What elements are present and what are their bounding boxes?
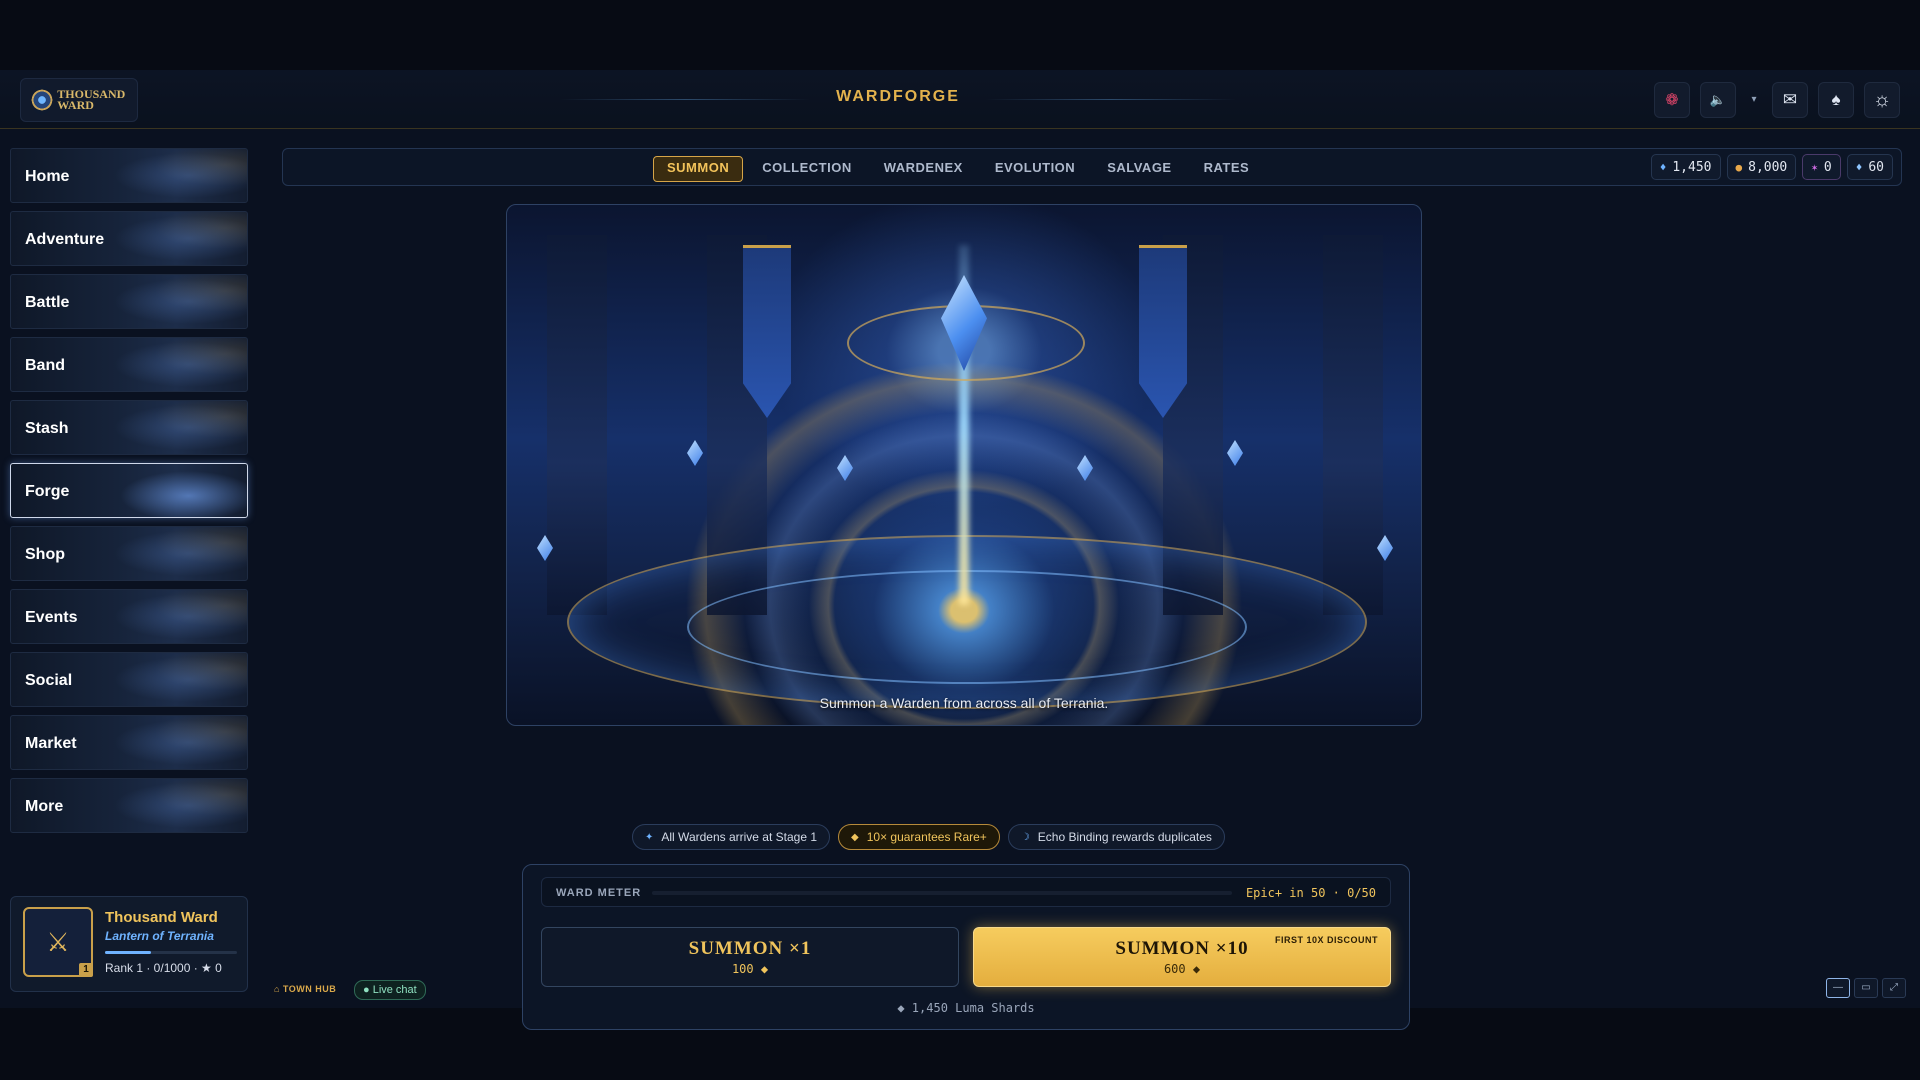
live-chat-button[interactable]: ● Live chat: [354, 980, 426, 1000]
sidebar-item-band[interactable]: Band: [10, 337, 248, 392]
chevron-down-icon[interactable]: ▾: [1746, 82, 1762, 116]
sidebar-nav: Home Adventure Battle Band Stash Forge S…: [10, 148, 250, 841]
bell-icon[interactable]: ♠: [1818, 82, 1854, 118]
sidebar-item-label: Forge: [25, 483, 70, 500]
sidebar-item-label: Social: [25, 672, 73, 689]
star-shard-icon: ✶: [1811, 160, 1818, 174]
diamond-icon: ◆: [851, 831, 859, 843]
sidebar-item-label: Home: [25, 168, 70, 185]
summon-x10-cost: 600 ◆: [1163, 962, 1201, 976]
gold-coin-icon: ●: [1735, 160, 1743, 174]
mail-icon[interactable]: ✉: [1772, 82, 1808, 118]
summon-x1-cost: 100 ◆: [731, 962, 769, 976]
player-rank: Rank 1 · 0/1000 · ★ 0: [105, 961, 222, 975]
summon-panel: WARD METER Epic+ in 50 · 0/50 SUMMON ×1 …: [522, 864, 1410, 1030]
sidebar-item-shop[interactable]: Shop: [10, 526, 248, 581]
art-gem: [1227, 440, 1243, 466]
ward-meter: WARD METER Epic+ in 50 · 0/50: [541, 877, 1391, 907]
currency-luma-shards[interactable]: ♦ 1,450: [1650, 154, 1721, 180]
currency-energy[interactable]: ♦ 60: [1846, 154, 1893, 180]
sidebar-item-label: Stash: [25, 420, 69, 437]
currency-star-shards[interactable]: ✶ 0: [1802, 154, 1841, 180]
player-profile-card[interactable]: ⚔ 1 Thousand Ward Lantern of Terrania Ra…: [10, 896, 248, 992]
discount-badge: FIRST 10X DISCOUNT: [1274, 935, 1378, 945]
sparkle-icon: ✦: [645, 831, 654, 843]
moon-icon: ☽: [1020, 831, 1030, 843]
player-title: Lantern of Terrania: [105, 929, 214, 943]
sidebar-item-label: Market: [25, 735, 77, 752]
avatar[interactable]: ⚔ 1: [23, 907, 93, 977]
sidebar-item-label: Shop: [25, 546, 65, 563]
town-hub-link[interactable]: ⌂ TOWN HUB: [274, 984, 336, 994]
volume-icon[interactable]: 🔈: [1700, 82, 1736, 118]
ward-meter-label: WARD METER: [556, 887, 642, 899]
chip-echo-binding: ☽ Echo Binding rewards duplicates: [1007, 824, 1225, 850]
tab-rates[interactable]: RATES: [1191, 156, 1263, 180]
sidebar-item-stash[interactable]: Stash: [10, 400, 248, 455]
window-controls: — ▭ ⤢: [1826, 978, 1906, 998]
top-icon-group: ❁ 🔈 ▾ ✉ ♠ ☼: [1654, 82, 1900, 118]
summon-x1-label: SUMMON ×1: [688, 938, 812, 959]
ward-meter-track: [652, 891, 1232, 895]
sidebar-item-adventure[interactable]: Adventure: [10, 211, 248, 266]
footer-bar: ⌂ TOWN HUB ● Live chat — ▭ ⤢: [262, 978, 1912, 1004]
art-banner: [743, 245, 791, 418]
sidebar-item-events[interactable]: Events: [10, 589, 248, 644]
energy-icon: ♦: [1855, 160, 1863, 174]
sidebar-item-forge[interactable]: Forge: [10, 463, 248, 518]
level-badge: 1: [79, 963, 93, 977]
settings-icon[interactable]: ☼: [1864, 82, 1900, 118]
art-pillar: [1323, 235, 1383, 615]
tab-wardenex[interactable]: WARDENEX: [871, 156, 976, 180]
summon-altar-artwork: Summon a Warden from across all of Terra…: [506, 204, 1422, 726]
luma-shard-icon: ♦: [1659, 160, 1667, 174]
chip-stage: ✦ All Wardens arrive at Stage 1: [632, 824, 831, 850]
top-bar: THOUSAND WARD WARDFORGE ❁ 🔈 ▾ ✉ ♠ ☼: [0, 70, 1920, 129]
xp-bar-fill: [105, 951, 152, 954]
ward-meter-status: Epic+ in 50 · 0/50: [1245, 886, 1376, 900]
tab-salvage[interactable]: SALVAGE: [1094, 156, 1184, 180]
sidebar-item-label: Events: [25, 609, 78, 626]
art-pillar: [547, 235, 607, 615]
currency-gold[interactable]: ● 8,000: [1726, 154, 1797, 180]
forge-tabs: SUMMON COLLECTION WARDENEX EVOLUTION SAL…: [653, 156, 1262, 182]
tab-collection[interactable]: COLLECTION: [749, 156, 865, 180]
xp-bar: [105, 951, 237, 954]
fullscreen-icon[interactable]: ⤢: [1882, 978, 1906, 998]
sidebar-item-label: Battle: [25, 294, 70, 311]
crossed-swords-icon: ⚔: [46, 926, 70, 957]
main-content: SUMMON COLLECTION WARDENEX EVOLUTION SAL…: [262, 148, 1912, 1030]
tab-evolution[interactable]: EVOLUTION: [982, 156, 1088, 180]
art-banner: [1139, 245, 1187, 418]
sidebar-item-social[interactable]: Social: [10, 652, 248, 707]
sidebar-item-battle[interactable]: Battle: [10, 274, 248, 329]
windowed-icon[interactable]: ▭: [1854, 978, 1878, 998]
alert-icon[interactable]: ❁: [1654, 82, 1690, 118]
game-frame: THOUSAND WARD WARDFORGE ❁ 🔈 ▾ ✉ ♠ ☼ Home…: [0, 70, 1920, 1030]
tab-summon[interactable]: SUMMON: [653, 156, 744, 182]
art-gem: [837, 455, 853, 481]
page-title: WARDFORGE: [836, 88, 960, 105]
sidebar-item-label: More: [25, 798, 64, 815]
summon-x1-button[interactable]: SUMMON ×1 100 ◆: [541, 927, 959, 987]
sidebar-item-label: Adventure: [25, 231, 105, 248]
art-gem: [1077, 455, 1093, 481]
player-name: Thousand Ward: [105, 909, 218, 926]
minimize-icon[interactable]: —: [1826, 978, 1850, 998]
summon-x10-button[interactable]: FIRST 10X DISCOUNT SUMMON ×10 600 ◆: [973, 927, 1391, 987]
chip-guarantee: ◆ 10× guarantees Rare+: [838, 824, 1000, 850]
sidebar-item-more[interactable]: More: [10, 778, 248, 833]
art-gem: [687, 440, 703, 466]
sidebar-item-home[interactable]: Home: [10, 148, 248, 203]
currency-bar: ♦ 1,450 ● 8,000 ✶ 0 ♦ 60: [1650, 154, 1893, 180]
tabs-bar: SUMMON COLLECTION WARDENEX EVOLUTION SAL…: [282, 148, 1902, 186]
hero-caption: Summon a Warden from across all of Terra…: [819, 695, 1109, 711]
sidebar-item-market[interactable]: Market: [10, 715, 248, 770]
summon-info-chips: ✦ All Wardens arrive at Stage 1 ◆ 10× guar…: [632, 824, 1225, 850]
sidebar-item-label: Band: [25, 357, 65, 374]
